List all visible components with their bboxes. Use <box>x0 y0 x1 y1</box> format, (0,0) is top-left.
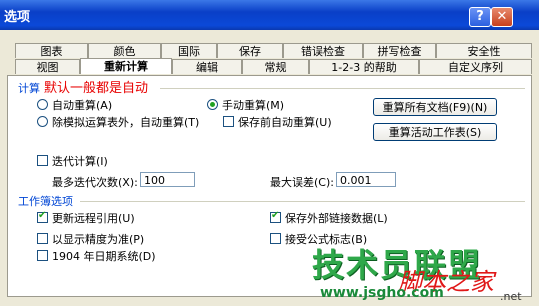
tab-chart[interactable]: 图表 <box>15 43 88 58</box>
tab-spelling[interactable]: 拼写检查 <box>363 43 436 58</box>
tab-security[interactable]: 安全性 <box>436 43 532 58</box>
iteration-checkbox[interactable] <box>37 155 48 166</box>
tab-international[interactable]: 国际 <box>161 43 217 58</box>
max-change-label: 最大误差(C): <box>270 176 334 189</box>
tab-lotus-help[interactable]: 1-2-3 的帮助 <box>309 59 419 74</box>
watermark-url: www.jsgho.com <box>320 285 444 301</box>
tab-view[interactable]: 视图 <box>15 59 80 74</box>
precision-as-displayed-label: 以显示精度为准(P) <box>52 233 145 246</box>
accept-labels-checkbox[interactable] <box>270 233 281 244</box>
recalc-before-save-label: 保存前自动重算(U) <box>238 116 332 129</box>
max-iterations-input[interactable]: 100 <box>140 172 195 187</box>
tab-save[interactable]: 保存 <box>217 43 283 58</box>
date-1904-label: 1904 年日期系统(D) <box>52 250 156 263</box>
tab-calculation[interactable]: 重新计算 <box>80 58 172 74</box>
save-external-links-label: 保存外部链接数据(L) <box>285 212 388 225</box>
auto-calc-radio[interactable] <box>37 99 48 110</box>
recalc-sheet-button[interactable]: 重算活动工作表(S) <box>373 123 497 141</box>
dialog-title: 选项 <box>4 10 31 25</box>
max-change-input[interactable]: 0.001 <box>336 172 396 187</box>
iteration-label: 迭代计算(I) <box>52 155 108 168</box>
calculation-divider <box>160 88 525 89</box>
save-external-links-checkbox[interactable] <box>270 210 281 223</box>
tab-general[interactable]: 常规 <box>242 59 309 74</box>
close-button[interactable]: ✕ <box>491 7 513 27</box>
update-remote-label: 更新远程引用(U) <box>52 212 135 225</box>
manual-calc-radio[interactable] <box>207 99 218 110</box>
workbook-options-label: 工作簿选项 <box>18 195 73 208</box>
recalc-all-button[interactable]: 重算所有文档(F9)(N) <box>373 98 497 116</box>
workbook-divider <box>80 201 525 202</box>
precision-as-displayed-checkbox[interactable] <box>37 233 48 244</box>
update-remote-checkbox[interactable] <box>37 210 48 223</box>
auto-except-tables-radio[interactable] <box>37 116 48 127</box>
watermark-net: .net <box>500 290 522 303</box>
auto-calc-label: 自动重算(A) <box>52 99 113 112</box>
date-1904-checkbox[interactable] <box>37 250 48 261</box>
manual-calc-label: 手动重算(M) <box>222 99 285 112</box>
auto-except-tables-label: 除模拟运算表外，自动重算(T) <box>52 116 200 129</box>
help-button[interactable]: ? <box>469 7 491 27</box>
title-bar: 选项 ? ✕ <box>0 0 539 30</box>
options-dialog: 选项 ? ✕ 图表 颜色 国际 保存 错误检查 拼写检查 安全性 视图 重新计算… <box>0 0 539 306</box>
tab-edit[interactable]: 编辑 <box>172 59 242 74</box>
tab-color[interactable]: 颜色 <box>88 43 161 58</box>
tab-custom-lists[interactable]: 自定义序列 <box>419 59 532 74</box>
calculation-section-label: 计算 <box>18 82 40 95</box>
recalc-before-save-checkbox[interactable] <box>223 116 234 127</box>
tab-error-checking[interactable]: 错误检查 <box>283 43 363 58</box>
annotation-note: 默认一般都是自动 <box>44 81 149 96</box>
max-iterations-label: 最多迭代次数(X): <box>52 176 138 189</box>
